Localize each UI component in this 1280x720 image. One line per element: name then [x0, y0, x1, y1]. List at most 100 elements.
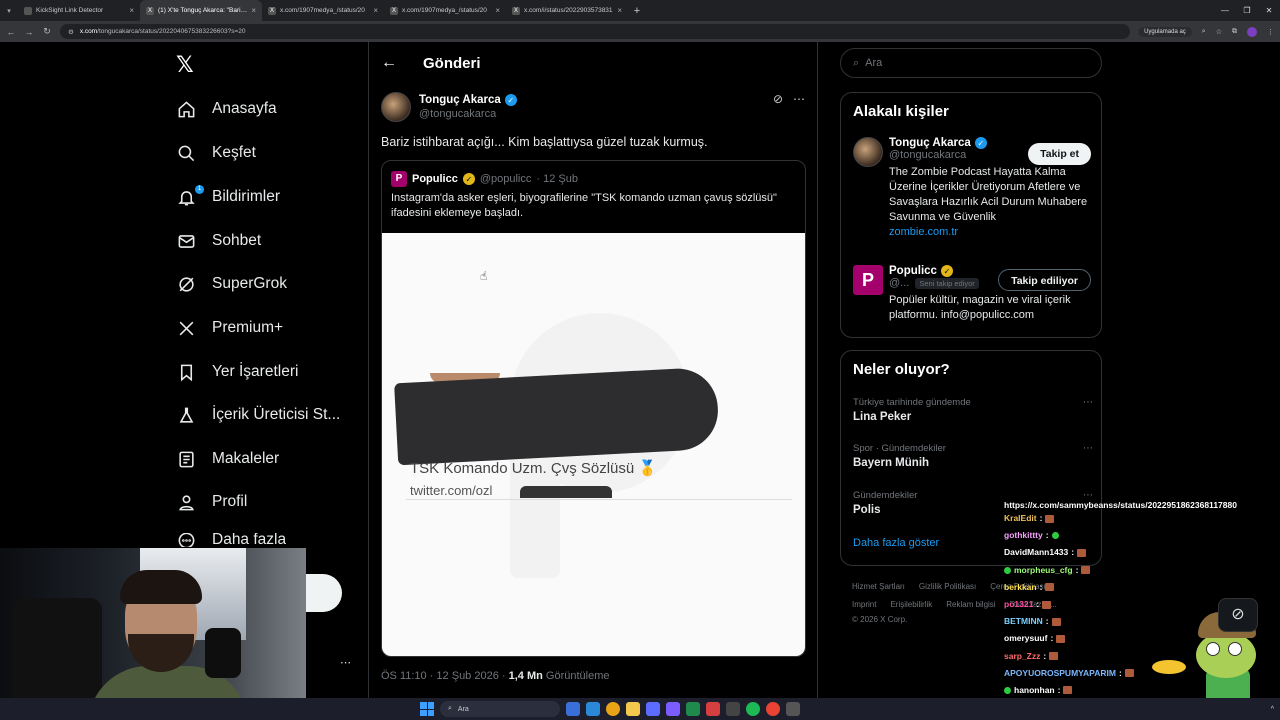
- reload-icon[interactable]: ↻: [42, 26, 52, 37]
- coins-emote-icon: [1152, 660, 1186, 674]
- close-tab-icon[interactable]: ×: [495, 6, 500, 15]
- grok-floating-button[interactable]: ⊘: [1218, 598, 1258, 632]
- chat-message: KralEdit:: [1004, 510, 1280, 527]
- chat-username: gothkittty: [1004, 530, 1043, 541]
- maximize-icon[interactable]: ❐: [1236, 0, 1258, 21]
- quote-author-name[interactable]: Populicc: [412, 173, 458, 185]
- copilot-icon[interactable]: [646, 702, 660, 716]
- nav-item-premium[interactable]: Premium+: [176, 315, 283, 341]
- author-handle[interactable]: @tongucakarca: [419, 108, 517, 120]
- address-bar[interactable]: ⚙ x.com/tonguсakarca/status/202204067538…: [60, 24, 1131, 39]
- bookmark-star-icon[interactable]: ☆: [1216, 28, 1222, 36]
- widgets-icon[interactable]: [586, 702, 600, 716]
- redaction-bar-small: [520, 486, 612, 498]
- nav-item-messages[interactable]: Sohbet: [176, 228, 261, 254]
- chat-emote-icon: [1051, 532, 1059, 540]
- chat-username: morpheus_cfg: [1014, 564, 1073, 575]
- site-info-icon[interactable]: ⚙: [68, 28, 74, 36]
- x-icon: [176, 318, 196, 338]
- nav-item-articles[interactable]: Makaleler: [176, 446, 279, 472]
- following-button[interactable]: Takip ediliyor: [998, 269, 1091, 291]
- close-tab-icon[interactable]: ×: [617, 6, 622, 15]
- file-explorer-icon[interactable]: [626, 702, 640, 716]
- tab-list-icon[interactable]: ▾: [0, 7, 18, 15]
- tray-chevron-icon[interactable]: ^: [1271, 706, 1274, 713]
- spotify-icon[interactable]: [746, 702, 760, 716]
- browser-menu-icon[interactable]: ⋮: [1267, 28, 1274, 36]
- author-name[interactable]: Tonguç Akarca: [419, 94, 501, 106]
- profile-avatar[interactable]: [1247, 26, 1257, 37]
- browser-tab-0[interactable]: KickSight Link Detector ×: [18, 0, 140, 21]
- nav-item-home[interactable]: Anasayfa: [176, 96, 277, 122]
- person-avatar[interactable]: [853, 137, 883, 167]
- nav-item-creator-studio[interactable]: İçerik Üreticisi St...: [176, 402, 340, 428]
- follow-button[interactable]: Takip et: [1028, 143, 1091, 165]
- copyright: © 2026 X Corp.: [852, 615, 908, 624]
- more-options-icon[interactable]: ⋯: [1083, 397, 1093, 408]
- x-logo-icon[interactable]: 𝕏: [176, 52, 194, 78]
- nav-item-explore[interactable]: Keşfet: [176, 140, 256, 166]
- more-options-icon[interactable]: ⋯: [793, 92, 805, 106]
- account-more-icon[interactable]: ⋯: [340, 656, 351, 669]
- browser-tabbar: ▾ KickSight Link Detector × X (1) X'te Ton…: [0, 0, 1280, 21]
- chrome-icon[interactable]: [766, 702, 780, 716]
- taskbar-search-input[interactable]: ⌕ Ara: [440, 701, 560, 717]
- redaction-bar: [394, 366, 720, 466]
- forward-arrow-icon[interactable]: →: [24, 27, 34, 37]
- search-icon: ⌕: [448, 705, 452, 712]
- zoom-icon[interactable]: ⌕: [1202, 28, 1206, 36]
- chat-username: berkkan: [1004, 581, 1037, 592]
- open-in-app-button[interactable]: Uygulamada aç: [1138, 26, 1192, 37]
- nav-item-notifications[interactable]: 1 Bildirimler: [176, 184, 280, 210]
- browser-tab-4[interactable]: Xx.com/i/status/2022903573831 ×: [506, 0, 628, 21]
- app-icon[interactable]: [726, 702, 740, 716]
- close-tab-icon[interactable]: ×: [373, 6, 378, 15]
- flask-icon: [176, 405, 196, 425]
- chat-username: BETMINN: [1004, 616, 1043, 627]
- close-window-icon[interactable]: ✕: [1258, 0, 1280, 21]
- close-tab-icon[interactable]: ×: [251, 6, 256, 15]
- more-options-icon[interactable]: ⋯: [1083, 443, 1093, 454]
- chat-emote-icon: [1045, 583, 1055, 592]
- chrome-icon[interactable]: [606, 702, 620, 716]
- author-avatar[interactable]: [381, 92, 411, 122]
- chat-separator: :: [1118, 667, 1122, 678]
- browser-tab-2[interactable]: Xx.com/1907medya_/status/20 ×: [262, 0, 384, 21]
- webcam-chair: [12, 598, 102, 708]
- quote-avatar[interactable]: P: [391, 171, 407, 187]
- app-icon[interactable]: [686, 702, 700, 716]
- search-input[interactable]: ⌕ Ara: [840, 48, 1102, 78]
- minimize-icon[interactable]: —: [1214, 0, 1236, 21]
- bell-icon: 1: [176, 185, 204, 207]
- webcam-overlay: [0, 548, 306, 708]
- taskview-icon[interactable]: [566, 702, 580, 716]
- nav-item-more[interactable]: Daha fazla: [176, 533, 286, 547]
- back-arrow-icon[interactable]: ←: [6, 27, 16, 37]
- close-tab-icon[interactable]: ×: [129, 6, 134, 15]
- extensions-icon[interactable]: ⧉: [1232, 28, 1237, 36]
- post-author[interactable]: Tonguç Akarca ✓ @tongucakarca: [381, 92, 517, 122]
- app-icon[interactable]: [706, 702, 720, 716]
- person-avatar[interactable]: P: [853, 265, 883, 295]
- nav-item-supergrok[interactable]: SuperGrok: [176, 271, 287, 297]
- browser-toolbar: ← → ↻ ⚙ x.com/tonguсakarca/status/202204…: [0, 21, 1280, 42]
- quoted-post[interactable]: P Populicc ✓ @populicc · 12 Şub Instagra…: [381, 160, 806, 657]
- grok-icon[interactable]: ⊘: [773, 92, 783, 106]
- windows-start-icon[interactable]: [420, 702, 434, 716]
- chat-username: omerysuuf: [1004, 633, 1048, 644]
- discord-icon[interactable]: [666, 702, 680, 716]
- new-tab-icon[interactable]: +: [628, 5, 646, 17]
- trend-item-0[interactable]: Türkiye tarihinde gündemde Lina Peker ⋯: [853, 397, 1093, 423]
- app-icon[interactable]: [786, 702, 800, 716]
- back-arrow-icon[interactable]: ←: [381, 54, 397, 72]
- show-more-link[interactable]: Daha fazla göster: [853, 537, 939, 549]
- browser-tab-1[interactable]: X (1) X'te Tonguç Akarca: "Bariz is ×: [140, 0, 262, 21]
- nav-item-profile[interactable]: Profil: [176, 489, 247, 515]
- browser-tab-3[interactable]: Xx.com/1907medya_/status/20 ×: [384, 0, 506, 21]
- nav-item-bookmarks[interactable]: Yer İşaretleri: [176, 359, 298, 385]
- quote-date: · 12 Şub: [536, 173, 578, 185]
- trend-item-1[interactable]: Spor · Gündemdekiler Bayern Münih ⋯: [853, 443, 1093, 469]
- image-caption-line: TSK Komando Uzm. Çvş Sözlüsü 🥇: [410, 460, 658, 477]
- quote-image[interactable]: TSK Komando Uzm. Çvş Sözlüsü 🥇 twitter.c…: [382, 233, 805, 656]
- bio-link[interactable]: zombie.com.tr: [889, 225, 1093, 240]
